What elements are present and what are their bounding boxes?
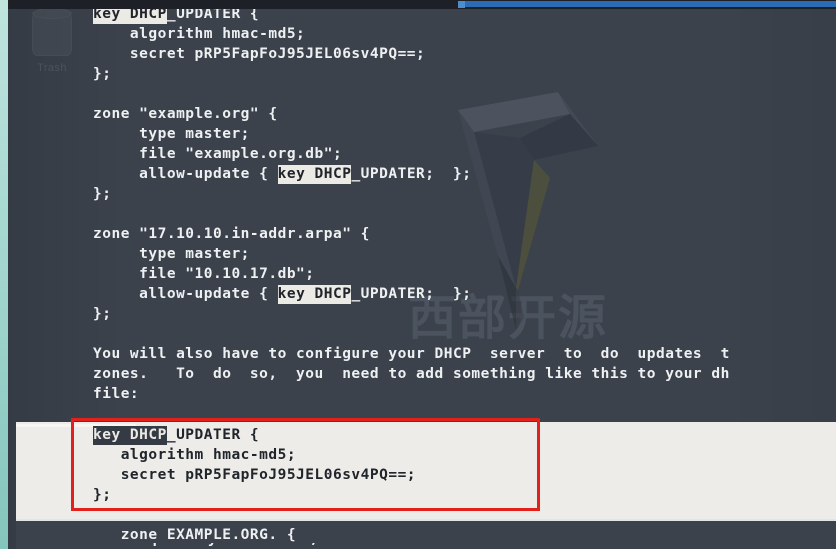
code-line-6: type master;: [93, 126, 250, 142]
watermark-text: 西部开源: [408, 290, 609, 346]
code-line-12: type master;: [93, 246, 250, 262]
selection-highlight: key DHCP: [277, 165, 352, 184]
chevron-arrow-logo-icon: [458, 92, 598, 330]
progress-fill: [458, 1, 836, 7]
code-line-9: };: [93, 186, 112, 202]
paragraph-line-0: You will also have to configure your DHC…: [93, 346, 730, 362]
selection-highlight: key DHCP: [277, 285, 352, 304]
code-line-5: zone "example.org" {: [93, 106, 278, 122]
document-pane[interactable]: 西部开源 key DHCP_UPDATER { algorithm hmac-m…: [8, 0, 836, 549]
trash-can-icon: [31, 8, 72, 56]
progress-knob[interactable]: [458, 1, 465, 8]
clipped-bottom-line: primary 127.0.0.1;: [8, 543, 836, 549]
code-line-13: file "10.10.17.db";: [93, 266, 315, 282]
lower-code-line-1: primary 127.0.0.1;: [88, 543, 319, 549]
code-line-1: algorithm hmac-md5;: [93, 26, 306, 42]
code-line-7: file "example.org.db";: [93, 146, 343, 162]
band-bottom-edge: [16, 519, 836, 521]
paragraph-line-2: file:: [93, 386, 140, 402]
red-highlight-rectangle: [71, 418, 540, 511]
screenshot-root: 西部开源 key DHCP_UPDATER { algorithm hmac-m…: [0, 0, 836, 549]
code-line-11: zone "17.10.10.in-addr.arpa" {: [93, 226, 370, 242]
loading-progress-bar: [8, 0, 836, 9]
paragraph-line-1: zones. To do so, you need to add somethi…: [93, 366, 730, 382]
trash-label: Trash: [37, 62, 67, 74]
code-line-14: allow-update { key DHCP_UPDATER; };: [93, 285, 472, 304]
code-line-2: secret pRP5FapFoJ95JEL06sv4PQ==;: [93, 46, 426, 62]
code-line-3: };: [93, 66, 112, 82]
desktop-icon-trash[interactable]: Trash: [22, 8, 82, 74]
code-line-15: };: [93, 306, 112, 322]
code-line-8: allow-update { key DHCP_UPDATER; };: [93, 165, 472, 184]
